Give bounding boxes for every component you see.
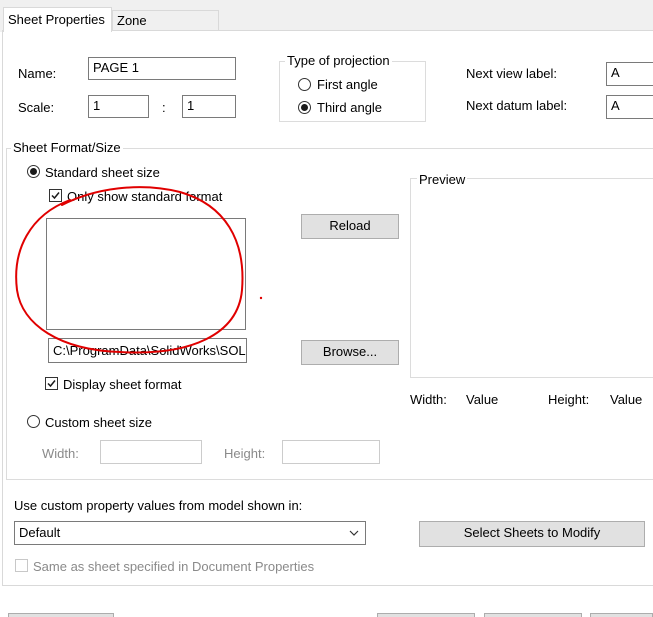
custom-width-label: Width: [42, 446, 79, 461]
reload-button[interactable]: Reload [301, 214, 399, 239]
custom-property-select[interactable]: Default [14, 521, 366, 545]
checkmark-icon [51, 192, 60, 200]
projection-title: Type of projection [285, 53, 392, 69]
preview-height-label: Height: [548, 392, 590, 407]
custom-height-label: Height: [224, 446, 266, 461]
only-show-standard-label: Only show standard format [67, 189, 223, 204]
same-as-sheet-label: Same as sheet specified in Document Prop… [33, 559, 315, 574]
first-angle-label: First angle [317, 77, 378, 92]
third-angle-label: Third angle [317, 100, 383, 115]
preview-height-value: Value [610, 392, 643, 407]
only-show-standard-checkbox[interactable] [49, 189, 62, 202]
next-view-label-input[interactable]: A [606, 62, 653, 86]
custom-property-label: Use custom property values from model sh… [14, 498, 303, 513]
apply-button[interactable] [484, 613, 582, 617]
scale-separator: : [162, 100, 166, 115]
custom-size-label: Custom sheet size [45, 415, 152, 430]
first-angle-radio[interactable] [298, 78, 311, 91]
custom-height-input[interactable] [282, 440, 380, 464]
name-input[interactable]: PAGE 1 [88, 57, 236, 80]
tab-zone-parameters[interactable]: Zone Parameters [112, 10, 219, 48]
chevron-down-icon [349, 530, 359, 536]
preview-title: Preview [417, 172, 468, 188]
display-sheet-format-checkbox[interactable] [45, 377, 58, 390]
checkmark-icon [47, 380, 56, 388]
format-path-input[interactable]: C:\ProgramData\SolidWorks\SOL [48, 338, 247, 363]
ok-button[interactable] [8, 613, 114, 617]
custom-property-value: Default [19, 525, 61, 540]
preview-width-label: Width: [410, 392, 447, 407]
tab-sheet-properties[interactable]: Sheet Properties [3, 7, 112, 32]
custom-width-input[interactable] [100, 440, 202, 464]
next-view-label: Next view label: [466, 66, 558, 81]
browse-button[interactable]: Browse... [301, 340, 399, 365]
preview-box [410, 178, 653, 378]
scale-denominator-input[interactable]: 1 [182, 95, 236, 118]
select-sheets-button[interactable]: Select Sheets to Modify [419, 521, 645, 547]
scale-label: Scale: [18, 100, 55, 115]
standard-size-label: Standard sheet size [45, 165, 160, 180]
display-sheet-format-label: Display sheet format [63, 377, 182, 392]
next-datum-label: Next datum label: [466, 98, 568, 113]
preview-width-value: Value [466, 392, 499, 407]
same-as-sheet-checkbox[interactable] [15, 559, 28, 572]
name-label: Name: [18, 66, 57, 81]
help-button[interactable] [590, 613, 653, 617]
next-datum-label-input[interactable]: A [606, 95, 653, 119]
third-angle-radio[interactable] [298, 101, 311, 114]
sheet-size-list[interactable] [46, 218, 246, 330]
standard-size-radio[interactable] [27, 165, 40, 178]
scale-numerator-input[interactable]: 1 [88, 95, 149, 118]
sheet-format-title: Sheet Format/Size [11, 140, 123, 156]
custom-size-radio[interactable] [27, 415, 40, 428]
cancel-button[interactable] [377, 613, 475, 617]
